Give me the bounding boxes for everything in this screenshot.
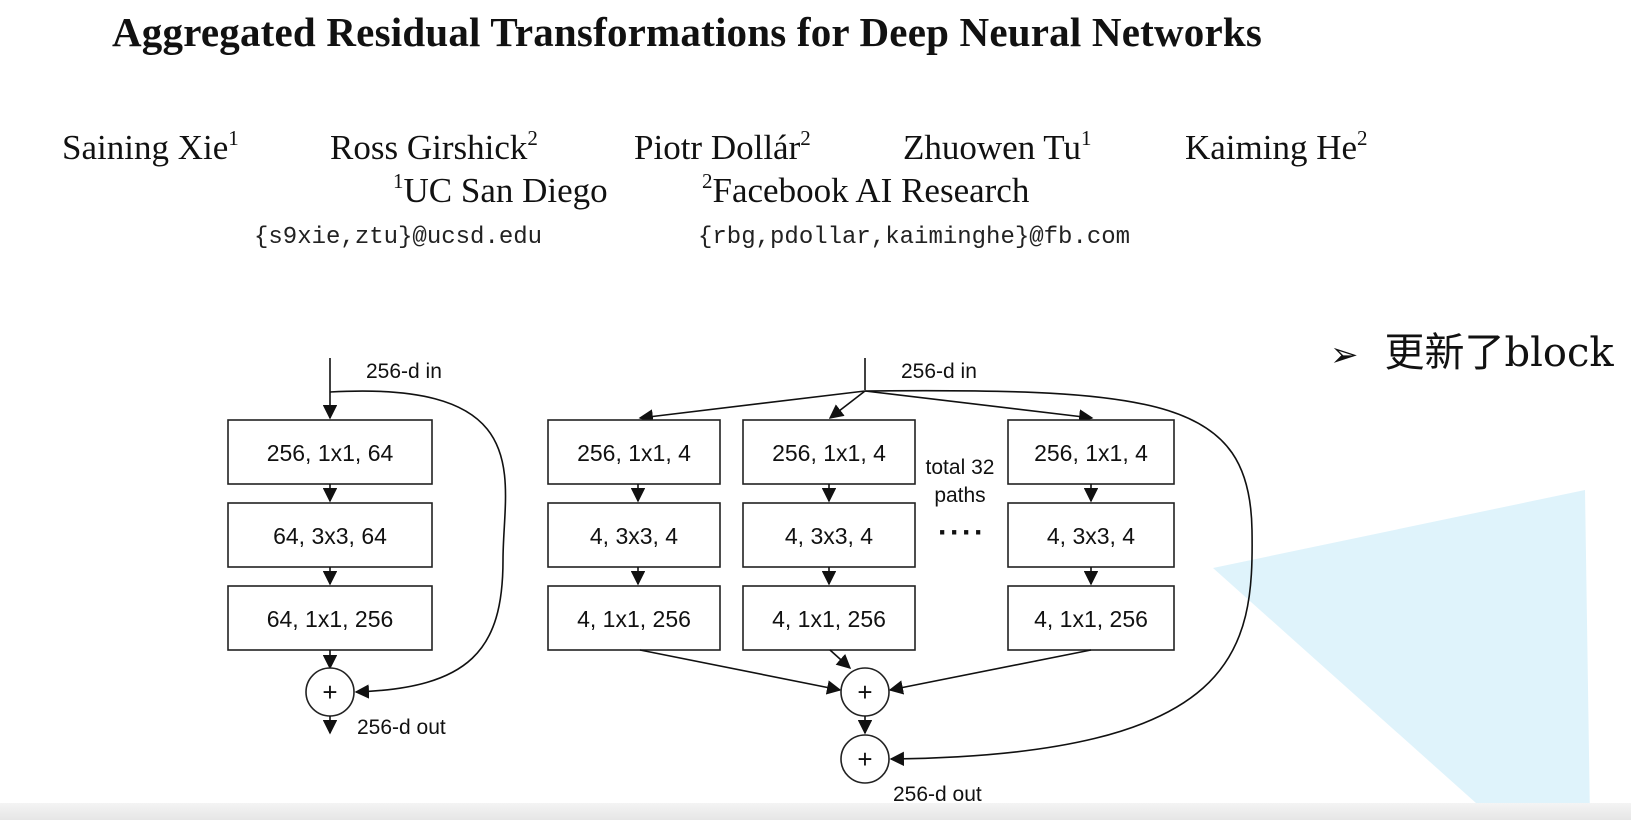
right-input-label: 256-d in	[901, 360, 977, 383]
path-1-layer-3-label: 4, 1x1, 256	[577, 606, 691, 632]
left-layer-3-label: 64, 1x1, 256	[267, 606, 394, 632]
path-2-layer-1-label: 256, 1x1, 4	[772, 440, 886, 466]
left-input-label: 256-d in	[366, 360, 442, 383]
paths-ellipsis: ····	[938, 516, 986, 549]
bottom-bar	[0, 803, 1631, 820]
paths-note-line-2: paths	[934, 484, 985, 507]
path-1-layer-1-label: 256, 1x1, 4	[577, 440, 691, 466]
path-2-layer-3-label: 4, 1x1, 256	[772, 606, 886, 632]
path-1-layer-2-label: 4, 3x3, 4	[590, 523, 678, 549]
path-3-layer-1-label: 256, 1x1, 4	[1034, 440, 1148, 466]
resnext-block-diagram: 256-d in 256, 1x1, 64 64, 3x3, 64 64, 1x…	[227, 358, 1253, 806]
path-2-layer-2-label: 4, 3x3, 4	[785, 523, 873, 549]
left-layer-2-label: 64, 3x3, 64	[273, 523, 387, 549]
path-3-layer-3-label: 4, 1x1, 256	[1034, 606, 1148, 632]
right-block: 256-d in 256, 1x1, 4 4, 3x3, 4 4, 1x1, 2…	[547, 358, 1253, 806]
right-plus-sign-2: +	[857, 744, 872, 774]
left-block: 256-d in 256, 1x1, 64 64, 3x3, 64 64, 1x…	[227, 358, 507, 739]
left-layer-1-label: 256, 1x1, 64	[267, 440, 394, 466]
left-output-label: 256-d out	[357, 716, 446, 739]
left-plus-sign: +	[322, 677, 337, 707]
paths-note-line-1: total 32	[926, 456, 995, 479]
path-3-layer-2-label: 4, 3x3, 4	[1047, 523, 1135, 549]
right-plus-sign-1: +	[857, 677, 872, 707]
